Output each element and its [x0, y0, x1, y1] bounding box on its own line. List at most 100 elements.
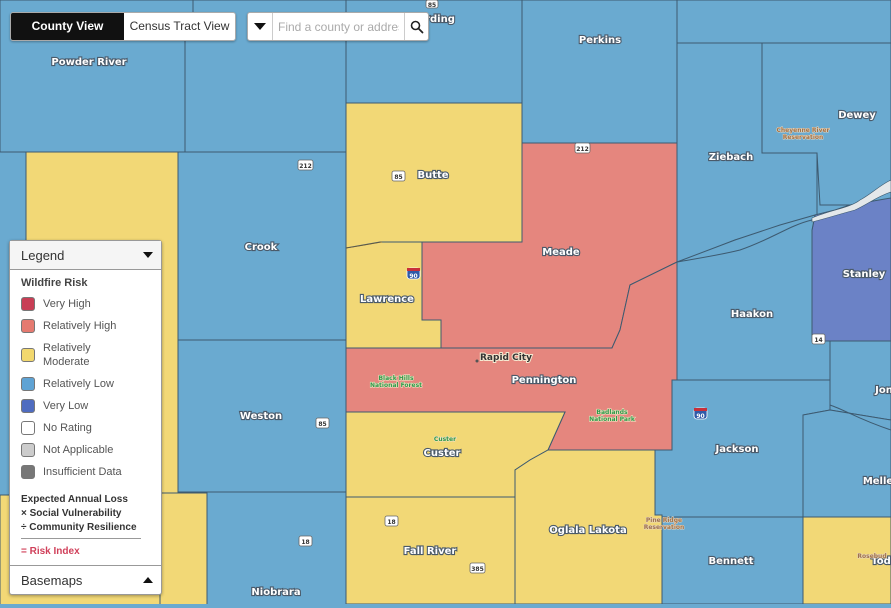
county-label-harding: rding	[425, 14, 455, 25]
highway-shield-us212-crook: 212	[297, 159, 314, 171]
swatch-not-applicable	[21, 443, 35, 457]
park-label-black-hills-2: National Forest	[370, 382, 422, 389]
county-label-pennington: Pennington	[512, 375, 577, 386]
highway-shield-us85-top: 85	[425, 0, 439, 9]
map-bottom-strip	[0, 604, 891, 608]
basemaps-title: Basemaps	[21, 572, 83, 588]
legend-item-no-rating: No Rating	[21, 421, 161, 435]
caret-down-icon	[254, 23, 266, 30]
legend-panel: Legend Wildfire Risk Very High Relativel…	[9, 240, 162, 595]
search-input[interactable]	[273, 13, 404, 40]
search-icon	[410, 20, 423, 33]
county-label-ziebach: Ziebach	[709, 152, 753, 163]
svg-text:14: 14	[814, 337, 822, 344]
search-dropdown-button[interactable]	[248, 13, 273, 40]
county-label-perkins: Perkins	[579, 35, 621, 46]
reservation-label-cheyenne-1: Cheyenne River	[776, 127, 829, 134]
park-label-badlands-1: Badlands	[596, 409, 628, 416]
county-label-haakon: Haakon	[731, 309, 773, 320]
legend-label: Very High	[43, 298, 91, 310]
reservation-label-pine-ridge-1: Pine Ridge	[646, 517, 682, 524]
highway-shield-i90-jackson: 90	[693, 407, 708, 420]
legend-item-insufficient-data: Insufficient Data	[21, 465, 161, 479]
swatch-relatively-moderate	[21, 348, 35, 362]
legend-item-not-applicable: Not Applicable	[21, 443, 161, 457]
svg-text:90: 90	[409, 273, 417, 280]
legend-title: Legend	[21, 247, 65, 263]
formula-community-resilience: ÷ Community Resilience	[21, 522, 137, 533]
svg-text:18: 18	[301, 539, 309, 546]
legend-label: No Rating	[43, 422, 92, 434]
county-converse[interactable]	[159, 492, 208, 608]
legend-label: Relatively Low	[43, 378, 114, 390]
view-toggle: County View Census Tract View	[10, 12, 236, 41]
legend-label: Not Applicable	[43, 444, 114, 456]
caret-down-icon	[143, 252, 153, 258]
swatch-very-low	[21, 399, 35, 413]
county-corson[interactable]	[676, 0, 891, 44]
legend-toggle[interactable]: Legend	[10, 241, 161, 270]
county-label-bennett: Bennett	[709, 556, 754, 567]
highway-shield-us85-weston: 85	[315, 417, 330, 429]
highway-shield-i90-lawrence: 90	[406, 267, 421, 280]
svg-text:18: 18	[387, 519, 395, 526]
place-label-custer-town: Custer	[434, 436, 456, 443]
swatch-relatively-high	[21, 319, 35, 333]
svg-text:90: 90	[696, 413, 704, 420]
formula-social-vulnerability: × Social Vulnerability	[21, 508, 122, 519]
highway-shield-us18-fallriver: 18	[384, 515, 399, 527]
swatch-insufficient-data	[21, 465, 35, 479]
svg-text:385: 385	[471, 566, 484, 573]
legend-body: Wildfire Risk Very High Relatively High …	[10, 270, 161, 559]
county-label-lawrence: Lawrence	[360, 294, 414, 305]
legend-item-very-high: Very High	[21, 297, 161, 311]
formula-divider	[21, 538, 141, 539]
svg-text:85: 85	[428, 2, 436, 9]
county-label-oglala-lakota: Oglala Lakota	[549, 525, 626, 536]
swatch-very-high	[21, 297, 35, 311]
reservation-label-cheyenne-2: Reservation	[783, 134, 824, 141]
county-label-jones: Jon	[874, 385, 891, 396]
legend-subtitle: Wildfire Risk	[21, 277, 88, 289]
legend-item-relatively-moderate: Relatively Moderate	[21, 341, 161, 369]
legend-label: Relatively Moderate	[43, 342, 91, 368]
county-label-stanley: Stanley	[843, 269, 886, 280]
swatch-no-rating	[21, 421, 35, 435]
highway-shield-us212-meade: 212	[574, 142, 591, 154]
risk-formula: Expected Annual Loss × Social Vulnerabil…	[21, 493, 161, 559]
county-label-custer: Custer	[424, 448, 461, 459]
county-label-dewey: Dewey	[838, 110, 876, 121]
county-label-fall-river: Fall River	[404, 546, 457, 557]
search-bar	[247, 12, 429, 41]
formula-eal: Expected Annual Loss	[21, 494, 128, 505]
county-label-jackson: Jackson	[715, 444, 759, 455]
legend-label: Very Low	[43, 400, 89, 412]
county-view-button[interactable]: County View	[11, 13, 124, 40]
reservation-label-pine-ridge-2: Reservation	[644, 524, 685, 531]
svg-text:212: 212	[576, 146, 589, 153]
legend-item-relatively-low: Relatively Low	[21, 377, 161, 391]
caret-up-icon	[143, 577, 153, 583]
legend-label: Insufficient Data	[43, 466, 122, 478]
formula-risk-index: = Risk Index	[21, 546, 80, 557]
county-label-niobrara: Niobrara	[251, 587, 300, 598]
census-tract-view-button[interactable]: Census Tract View	[124, 13, 235, 40]
reservation-label-rosebud: Rosebud	[857, 553, 886, 560]
place-label-rapid-city: Rapid City	[480, 353, 532, 363]
county-mellette[interactable]	[802, 409, 891, 518]
svg-text:85: 85	[394, 174, 402, 181]
highway-shield-us18-niobrara: 18	[298, 535, 313, 547]
county-label-weston: Weston	[240, 411, 282, 422]
svg-text:212: 212	[299, 163, 312, 170]
search-button[interactable]	[404, 13, 428, 40]
county-label-butte: Butte	[417, 170, 448, 181]
county-label-crook: Crook	[245, 242, 278, 253]
park-label-black-hills-1: Black Hills	[378, 375, 414, 382]
basemaps-toggle[interactable]: Basemaps	[10, 565, 161, 594]
county-label-meade: Meade	[542, 247, 580, 258]
park-label-badlands-2: National Park	[589, 416, 636, 423]
legend-item-relatively-high: Relatively High	[21, 319, 161, 333]
rapid-city-dot	[475, 359, 479, 363]
legend-label: Relatively High	[43, 320, 117, 332]
county-perkins[interactable]	[521, 0, 678, 144]
